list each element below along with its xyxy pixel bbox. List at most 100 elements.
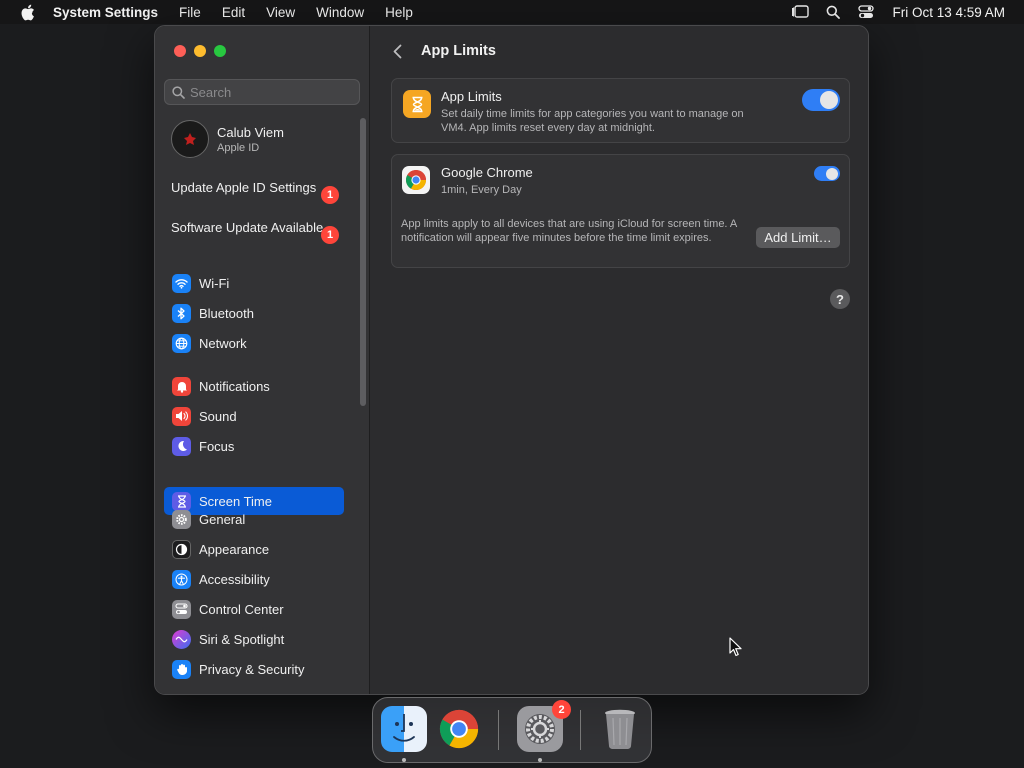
sidebar-item-network[interactable]: Network <box>164 329 344 357</box>
trash-icon[interactable] <box>597 706 643 752</box>
apple-menu-icon[interactable] <box>19 4 35 20</box>
gear-icon <box>172 509 191 529</box>
dock-separator <box>498 710 499 750</box>
sidebar-item-siri-spotlight[interactable]: Siri & Spotlight <box>164 625 344 653</box>
app-limits-description: Set daily time limits for app categories… <box>441 107 744 135</box>
sidebar-item-label: Privacy & Security <box>199 661 305 677</box>
software-update-item[interactable]: Software Update Available <box>171 220 341 236</box>
mouse-cursor-icon <box>729 637 742 657</box>
sidebar-item-general[interactable]: General <box>164 505 344 533</box>
toggle-knob <box>826 167 838 180</box>
menu-window[interactable]: Window <box>316 5 364 20</box>
app-limits-title: App Limits <box>441 89 502 104</box>
sidebar-item-bluetooth[interactable]: Bluetooth <box>164 299 344 327</box>
sidebar-item-label: Accessibility <box>199 571 270 587</box>
control-center-icon[interactable] <box>857 4 875 20</box>
sidebar-item-focus[interactable]: Focus <box>164 432 344 460</box>
sidebar-item-label: Sound <box>199 408 237 424</box>
hand-icon <box>172 659 191 679</box>
hourglass-icon <box>403 90 431 118</box>
sidebar-item-label: General <box>199 511 246 527</box>
siri-icon <box>172 629 191 649</box>
chevron-left-icon <box>393 44 401 58</box>
chrome-limit-detail: 1min, Every Day <box>441 184 522 196</box>
page-title: App Limits <box>421 43 496 59</box>
sidebar-item-wifi[interactable]: Wi-Fi <box>164 269 344 297</box>
avatar <box>171 120 209 158</box>
appearance-icon <box>172 539 191 559</box>
menu-view[interactable]: View <box>266 5 295 20</box>
back-button[interactable] <box>389 42 405 60</box>
window-controls <box>174 45 226 57</box>
sidebar-item-notifications[interactable]: Notifications <box>164 372 344 400</box>
menu-file[interactable]: File <box>179 5 201 20</box>
zoom-window-button[interactable] <box>214 45 226 57</box>
sidebar-item-label: Control Center <box>199 601 284 617</box>
sidebar-item-label: Wi-Fi <box>199 275 230 291</box>
system-settings-icon[interactable]: 2 <box>517 700 571 752</box>
alert-label: Update Apple ID Settings <box>171 180 317 195</box>
spotlight-search-icon[interactable] <box>824 4 842 20</box>
search-field[interactable] <box>164 79 360 105</box>
description-line: Set daily time limits for app categories… <box>441 108 744 120</box>
account-subtitle: Apple ID <box>217 141 260 154</box>
toggle-knob <box>820 91 838 109</box>
running-indicator <box>402 758 406 762</box>
chrome-app-name: Google Chrome <box>441 165 533 180</box>
app-limits-toggle[interactable] <box>802 89 840 111</box>
speaker-icon <box>172 406 191 426</box>
close-window-button[interactable] <box>174 45 186 57</box>
menu-app-name[interactable]: System Settings <box>53 5 158 20</box>
settings-badge: 2 <box>552 700 571 719</box>
finder-icon[interactable] <box>381 706 427 752</box>
chrome-limit-card: Google Chrome 1min, Every Day App limits… <box>391 154 850 268</box>
chrome-icon <box>402 166 430 194</box>
sidebar: Calub Viem Apple ID Update Apple ID Sett… <box>155 26 370 694</box>
running-indicator <box>538 758 542 762</box>
sidebar-item-privacy-security[interactable]: Privacy & Security <box>164 655 344 683</box>
sidebar-item-sound[interactable]: Sound <box>164 402 344 430</box>
add-limit-button[interactable]: Add Limit… <box>756 227 840 248</box>
menu-edit[interactable]: Edit <box>222 5 245 20</box>
menubar-clock[interactable]: Fri Oct 13 4:59 AM <box>892 5 1005 20</box>
stage-manager-icon[interactable] <box>791 4 810 20</box>
notification-badge: 1 <box>321 186 339 204</box>
system-settings-window: Calub Viem Apple ID Update Apple ID Sett… <box>154 25 869 695</box>
sidebar-item-label: Bluetooth <box>199 305 254 321</box>
bluetooth-icon <box>172 303 191 323</box>
chrome-icon[interactable] <box>436 706 482 752</box>
sidebar-item-appearance[interactable]: Appearance <box>164 535 344 563</box>
app-limits-footnote: App limits apply to all devices that are… <box>401 218 737 244</box>
account-name: Calub Viem <box>217 124 284 140</box>
sidebar-item-control-center[interactable]: Control Center <box>164 595 344 623</box>
wifi-icon <box>172 273 191 293</box>
menu-bar: System Settings File Edit View Window He… <box>0 0 1024 24</box>
app-limits-card: App Limits Set daily time limits for app… <box>391 78 850 143</box>
minimize-window-button[interactable] <box>194 45 206 57</box>
description-line: VM4. App limits reset every day at midni… <box>441 122 655 134</box>
sidebar-item-accessibility[interactable]: Accessibility <box>164 565 344 593</box>
dock-separator <box>580 710 581 750</box>
sidebar-scrollbar[interactable] <box>360 118 366 406</box>
help-button[interactable]: ? <box>830 289 850 309</box>
bell-icon <box>172 376 191 396</box>
control-center-icon <box>172 599 191 619</box>
content-pane: App Limits App Limits Set daily time lim… <box>371 26 868 694</box>
search-input[interactable] <box>190 84 350 100</box>
search-icon <box>172 85 185 99</box>
notification-badge: 1 <box>321 226 339 244</box>
alert-label: Software Update Available <box>171 220 324 235</box>
sidebar-item-label: Siri & Spotlight <box>199 631 285 647</box>
menu-help[interactable]: Help <box>385 5 413 20</box>
accessibility-icon <box>172 569 191 589</box>
dock: 2 <box>372 697 652 763</box>
update-apple-id-settings-item[interactable]: Update Apple ID Settings <box>171 180 341 196</box>
apple-id-account[interactable]: Calub Viem Apple ID <box>171 120 284 158</box>
sidebar-item-label: Network <box>199 335 247 351</box>
sidebar-item-label: Appearance <box>199 541 270 557</box>
sidebar-item-label: Focus <box>199 438 235 454</box>
content-header: App Limits <box>389 42 496 60</box>
globe-icon <box>172 333 191 353</box>
sidebar-item-label: Notifications <box>199 378 270 394</box>
chrome-limit-toggle[interactable] <box>814 166 840 181</box>
